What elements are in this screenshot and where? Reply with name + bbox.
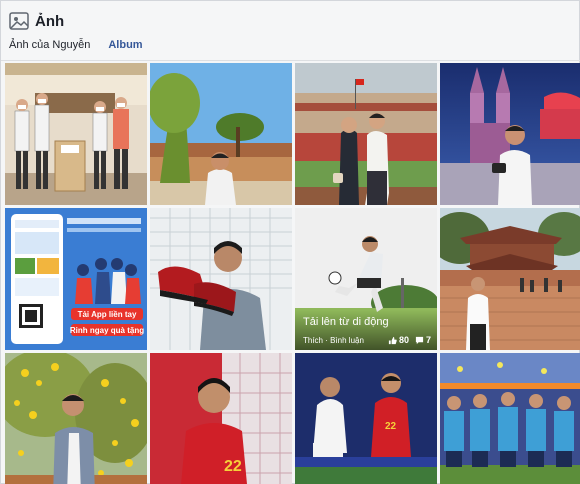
photo-player-boots <box>150 208 292 350</box>
photo-tile[interactable]: 22 <box>295 353 437 484</box>
photo-tile[interactable] <box>295 63 437 205</box>
comment-count: 7 <box>415 335 431 345</box>
jersey-number: 22 <box>385 421 397 432</box>
like-count: 80 <box>388 335 409 345</box>
upload-caption: Tải lên từ di động <box>303 316 389 328</box>
divider <box>1 60 580 61</box>
photo-app-promo: Tải App liền tay Rinh ngay quà tặng <box>5 208 147 350</box>
photo-man-garden <box>150 63 292 205</box>
tab-photos-of-user[interactable]: Ảnh của Nguyễn <box>9 39 90 57</box>
photo-night-church <box>440 63 580 205</box>
tab-albums[interactable]: Album <box>108 39 142 57</box>
photo-team-group <box>440 353 580 484</box>
comment-icon <box>415 336 424 344</box>
photo-match-action: 22 <box>295 353 437 484</box>
photo-tile[interactable] <box>440 208 580 350</box>
photo-tile[interactable] <box>440 353 580 484</box>
photo-player-red-22: 22 <box>150 353 292 484</box>
jersey-number: 22 <box>224 458 242 475</box>
photos-header: Ảnh <box>9 11 64 31</box>
photo-man-temple <box>440 208 580 350</box>
thumbs-up-icon <box>388 336 397 344</box>
page-title: Ảnh <box>35 12 65 30</box>
photo-tile[interactable] <box>440 63 580 205</box>
photo-tile[interactable]: 22 <box>150 353 292 484</box>
like-count-value: 80 <box>398 335 409 345</box>
photo-tile[interactable] <box>5 353 147 484</box>
photo-tabs: Ảnh của Nguyễn Album <box>9 39 143 57</box>
promo-line-1: Tải App liền tay <box>78 310 137 319</box>
photo-couple-building <box>295 63 437 205</box>
photo-tile[interactable] <box>150 208 292 350</box>
photo-tile[interactable]: Tải App liền tay Rinh ngay quà tặng <box>5 208 147 350</box>
photo-man-flowers <box>5 353 147 484</box>
photo-tile[interactable] <box>5 63 147 205</box>
photos-icon <box>9 12 29 30</box>
photo-grid: Tải App liền tay Rinh ngay quà tặng Tải … <box>5 63 580 484</box>
like-comment-links[interactable]: Thích · Bình luận <box>303 336 382 345</box>
comment-count-value: 7 <box>425 335 431 345</box>
photo-group-donation <box>5 63 147 205</box>
photos-panel: Ảnh Ảnh của Nguyễn Album Tải App liền ta… <box>0 0 580 484</box>
photo-tile-hovered[interactable]: Tải lên từ di động Thích · Bình luận 80 … <box>295 208 437 350</box>
photo-tile[interactable] <box>150 63 292 205</box>
promo-line-2: Rinh ngay quà tặng <box>70 326 144 335</box>
tile-meta: Thích · Bình luận 80 7 <box>303 335 431 345</box>
